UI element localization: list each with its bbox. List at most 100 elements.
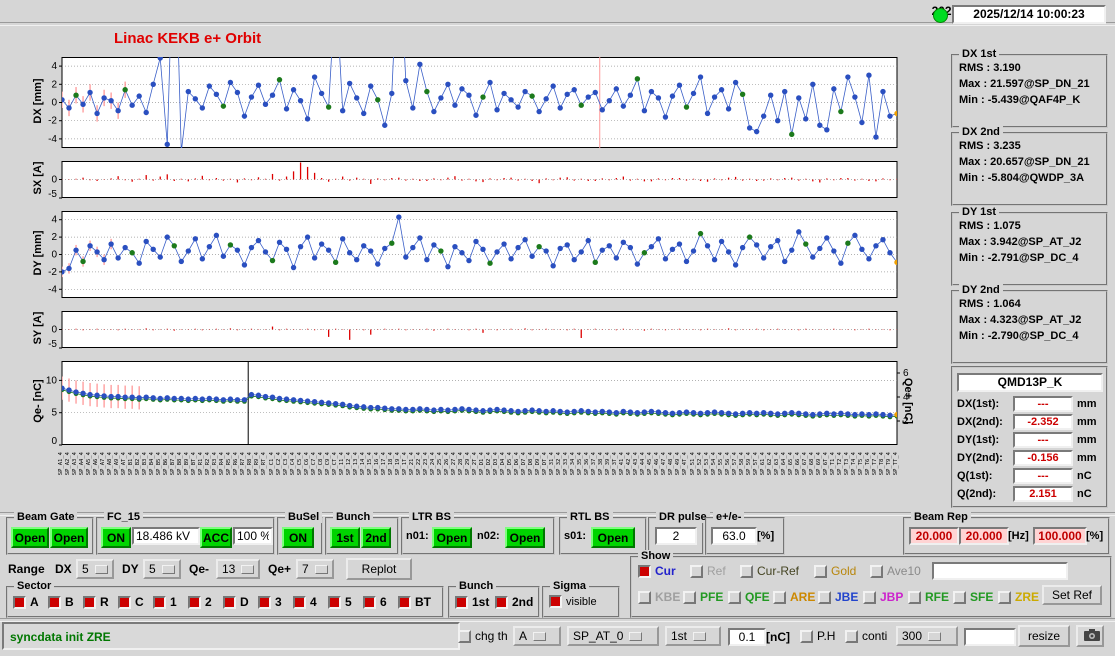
conti-checkbox[interactable]: conti [845, 629, 887, 643]
range-qem-combo[interactable]: 13 [216, 559, 260, 579]
show-zre-checkbox-box[interactable] [998, 590, 1011, 604]
resize-button[interactable]: resize [1018, 625, 1070, 647]
show-rfe-checkbox[interactable]: RFE [908, 590, 949, 604]
sector-a-checkbox-box[interactable] [13, 595, 26, 609]
show-are-checkbox[interactable]: ARE [773, 590, 815, 604]
show-rfe-checkbox-box[interactable] [908, 590, 921, 604]
bunch-2nd-button[interactable]: 2nd [361, 527, 391, 548]
sector-1-checkbox-box[interactable] [153, 595, 166, 609]
show-kbe-checkbox[interactable]: KBE [638, 590, 680, 604]
range-qep-combo[interactable]: 7 [296, 559, 334, 579]
show-qfe-checkbox[interactable]: QFE [728, 590, 770, 604]
sigma-visible-checkbox[interactable]: visible [549, 595, 597, 608]
show-pfe-checkbox[interactable]: PFE [683, 590, 723, 604]
show-cur-ref-checkbox-box[interactable] [740, 564, 753, 578]
aux-field[interactable] [964, 628, 1016, 646]
sector-4-checkbox-box[interactable] [293, 595, 306, 609]
beam-rep-value1-field[interactable] [909, 527, 959, 545]
show-jbe-checkbox-box[interactable] [818, 590, 831, 604]
fc15-acc-button[interactable]: ACC [200, 527, 232, 548]
bunch-select-label: Bunch [456, 580, 497, 592]
ph-checkbox-box[interactable] [800, 629, 813, 643]
sector-bt-checkbox-box[interactable] [398, 595, 411, 609]
busel-label: BuSel [285, 511, 323, 523]
bunch-1st-checkbox[interactable]: 1st [455, 595, 489, 609]
bunch-1st-button[interactable]: 1st [330, 527, 360, 548]
busel-on-button[interactable]: ON [282, 527, 314, 548]
beam-rep-percent-field[interactable] [1033, 527, 1087, 545]
sigma-visible-checkbox-box[interactable] [549, 595, 562, 608]
ltr-n01-open-button[interactable]: Open [432, 527, 472, 548]
show-jbp-checkbox[interactable]: JBP [863, 590, 903, 604]
sector-bt-checkbox[interactable]: BT [398, 595, 431, 609]
sector-3-checkbox[interactable]: 3 [258, 595, 282, 609]
beam-gate-open2-button[interactable]: Open [50, 527, 88, 548]
bunch-2nd-checkbox-box[interactable] [495, 595, 508, 609]
rtl-s01-open-button[interactable]: Open [591, 527, 635, 548]
sector-b-checkbox-box[interactable] [48, 595, 61, 609]
navg-combo[interactable]: 300 [896, 626, 958, 646]
replot-button[interactable]: Replot [346, 558, 412, 580]
sector-1-checkbox[interactable]: 1 [153, 595, 177, 609]
show-ave10-checkbox[interactable]: Ave10 [870, 564, 921, 578]
epe-ratio-field[interactable] [711, 527, 757, 545]
bunch-combo[interactable]: 1st [665, 626, 721, 646]
ltr-n02-open-button[interactable]: Open [505, 527, 545, 548]
set-ref-button[interactable]: Set Ref [1042, 585, 1102, 605]
show-ref-checkbox-box[interactable] [690, 564, 703, 578]
chg-th-checkbox-box[interactable] [458, 629, 471, 643]
chg-th-checkbox[interactable]: chg th [458, 629, 508, 643]
show-kbe-checkbox-box[interactable] [638, 590, 651, 604]
show-jbe-checkbox[interactable]: JBE [818, 590, 858, 604]
sector-d-checkbox-box[interactable] [223, 595, 236, 609]
bpm-combo[interactable]: SP_AT_0 [567, 626, 659, 646]
show-gold-checkbox-box[interactable] [814, 564, 827, 578]
show-pfe-checkbox-box[interactable] [683, 590, 696, 604]
bunch-label: Bunch [333, 511, 374, 523]
sector-c-checkbox[interactable]: C [118, 595, 144, 609]
sector-5-checkbox-box[interactable] [328, 595, 341, 609]
sector-3-checkbox-box[interactable] [258, 595, 271, 609]
show-are-checkbox-box[interactable] [773, 590, 786, 604]
beam-rep-value2-field[interactable] [959, 527, 1009, 545]
sector-4-checkbox[interactable]: 4 [293, 595, 317, 609]
fc15-voltage-field[interactable] [132, 527, 200, 545]
ref-name-input[interactable] [932, 562, 1068, 580]
sector-r-checkbox[interactable]: R [83, 595, 109, 609]
sector-r-checkbox-box[interactable] [83, 595, 96, 609]
show-sfe-checkbox[interactable]: SFE [953, 590, 993, 604]
threshold-field[interactable] [728, 628, 766, 646]
range-dx-combo[interactable]: 5 [76, 559, 114, 579]
show-cur-checkbox-box[interactable] [638, 564, 651, 578]
bunch-1st-checkbox-box[interactable] [455, 595, 468, 609]
sector-2-checkbox-box[interactable] [188, 595, 201, 609]
snapshot-button[interactable] [1076, 625, 1104, 647]
show-zre-checkbox[interactable]: ZRE [998, 590, 1039, 604]
range-dy-combo[interactable]: 5 [143, 559, 181, 579]
show-jbp-checkbox-box[interactable] [863, 590, 876, 604]
dr-pulse-field[interactable] [655, 527, 697, 545]
show-qfe-checkbox-box[interactable] [728, 590, 741, 604]
bunch-2nd-checkbox[interactable]: 2nd [495, 595, 533, 609]
fc15-percent-field[interactable] [233, 527, 273, 545]
show-cur-checkbox[interactable]: Cur [638, 564, 676, 578]
show-cur-ref-checkbox[interactable]: Cur-Ref [740, 564, 799, 578]
sector-a-checkbox[interactable]: A [13, 595, 39, 609]
show-ref-checkbox[interactable]: Ref [690, 564, 726, 578]
beam-gate-open1-button[interactable]: Open [11, 527, 49, 548]
channel-combo[interactable]: A [513, 626, 561, 646]
sector-b-checkbox[interactable]: B [48, 595, 74, 609]
sector-6-checkbox[interactable]: 6 [363, 595, 387, 609]
show-sfe-checkbox-box[interactable] [953, 590, 966, 604]
show-ave10-checkbox-box[interactable] [870, 564, 883, 578]
sector-5-checkbox[interactable]: 5 [328, 595, 352, 609]
ph-checkbox[interactable]: P.H [800, 629, 835, 643]
fc15-on-button[interactable]: ON [101, 527, 131, 548]
conti-checkbox-box[interactable] [845, 629, 858, 643]
sector-d-checkbox[interactable]: D [223, 595, 249, 609]
sector-6-checkbox-box[interactable] [363, 595, 376, 609]
sigma-group: Sigma visible [542, 580, 620, 618]
sector-c-checkbox-box[interactable] [118, 595, 131, 609]
show-gold-checkbox[interactable]: Gold [814, 564, 856, 578]
sector-2-checkbox[interactable]: 2 [188, 595, 212, 609]
